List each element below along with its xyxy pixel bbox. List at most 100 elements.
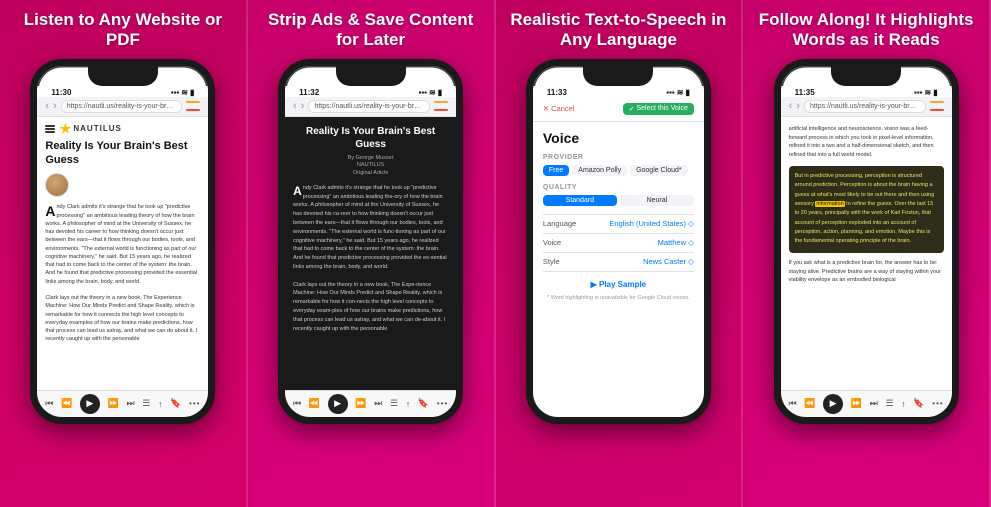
phone-toolbar-4: ⏮ ⏪ ▶ ⏩ ⏭ ☰ ↑ 🔖 •••	[781, 390, 952, 417]
reading-content: artificial intelligence and neuroscience…	[781, 117, 952, 390]
dark-article: Reality Is Your Brain's Best Guess By Ge…	[285, 117, 456, 390]
provider-free[interactable]: Free	[543, 165, 569, 176]
wifi-icon-3: ≋	[677, 88, 684, 97]
forward-btn-2[interactable]: ⏩	[355, 398, 366, 409]
forward-btn-4[interactable]: ⏩	[851, 398, 862, 409]
bookmark-btn-1[interactable]: 🔖	[170, 398, 181, 409]
quality-standard[interactable]: Standard	[543, 195, 617, 206]
next-btn-1[interactable]: ⏭	[126, 398, 134, 409]
next-btn-2[interactable]: ⏭	[374, 398, 382, 409]
time-3: 11:33	[547, 88, 567, 97]
url-text-1[interactable]: https://nautli.us/reality-is-your-brains…	[61, 100, 183, 113]
more-btn-4[interactable]: •••	[932, 399, 943, 408]
dark-article-body: Andy Clark admits it's strange that he t…	[293, 184, 448, 334]
phone-notch-2	[336, 66, 406, 86]
nav-back-1[interactable]: ‹	[45, 100, 49, 112]
menu-icon-1[interactable]	[186, 101, 200, 111]
settings-btn-2[interactable]: ☰	[390, 398, 398, 409]
share-btn-2[interactable]: ↑	[406, 399, 411, 409]
play-btn-2[interactable]: ▶	[328, 394, 348, 414]
provider-amazon[interactable]: Amazon Polly	[572, 165, 627, 176]
status-icons-3: ▪▪▪ ≋ ▮	[666, 88, 690, 97]
play-btn-1[interactable]: ▶	[80, 394, 100, 414]
status-icons-2: ▪▪▪ ≋ ▮	[419, 88, 443, 97]
dark-article-title: Reality Is Your Brain's Best Guess	[293, 125, 448, 151]
quality-tabs: Standard Neural	[543, 195, 694, 206]
style-row: Style News Caster ◇	[543, 257, 694, 266]
share-btn-4[interactable]: ↑	[901, 399, 906, 409]
prev-btn-2[interactable]: ⏮	[293, 398, 301, 409]
bookmark-btn-4[interactable]: 🔖	[913, 398, 924, 409]
url-bar-1[interactable]: ‹ › https://nautli.us/reality-is-your-br…	[37, 97, 208, 117]
voice-modal-content: Voice PROVIDER Free Amazon Polly Google …	[533, 122, 704, 417]
menu-icon-4[interactable]	[930, 101, 944, 111]
nautilus-star-icon	[59, 123, 71, 135]
x-icon: ✕	[543, 104, 549, 113]
language-row: Language English (United States) ◇	[543, 219, 694, 228]
nautilus-brand: NAUTILUS	[73, 124, 121, 133]
status-bar-4: 11:35 ▪▪▪ ≋ ▮	[781, 86, 952, 97]
menu-icon-2[interactable]	[434, 101, 448, 111]
forward-btn-1[interactable]: ⏩	[108, 398, 119, 409]
battery-icon-4: ▮	[933, 88, 937, 97]
select-voice-button[interactable]: ✓ Select this Voice	[623, 103, 694, 115]
settings-btn-4[interactable]: ☰	[885, 398, 893, 409]
panel-2-heading: Strip Ads & Save Content for Later	[261, 10, 481, 51]
voice-top-bar: ✕ Cancel ✓ Select this Voice	[533, 97, 704, 122]
hamburger-menu[interactable]	[45, 125, 55, 133]
avatar-row	[45, 173, 200, 197]
voice-value[interactable]: Matthew ◇	[658, 238, 694, 247]
wifi-icon: ≋	[181, 88, 188, 97]
battery-icon-2: ▮	[438, 88, 442, 97]
provider-tabs: Free Amazon Polly Google Cloud*	[543, 165, 694, 176]
wifi-icon-2: ≋	[429, 88, 436, 97]
nav-back-2[interactable]: ‹	[293, 100, 297, 112]
nav-forward-4[interactable]: ›	[796, 100, 800, 112]
nautilus-logo: NAUTILUS	[59, 123, 121, 135]
bookmark-btn-2[interactable]: 🔖	[418, 398, 429, 409]
highlighted-word: information	[815, 201, 844, 207]
url-bar-4[interactable]: ‹ › https://nautli.us/reality-is-your-br…	[781, 97, 952, 117]
signal-icon: ▪▪▪	[171, 88, 180, 97]
rewind-btn-4[interactable]: ⏪	[804, 398, 815, 409]
next-btn-4[interactable]: ⏭	[870, 398, 878, 409]
voice-modal-title: Voice	[543, 130, 694, 146]
status-bar-3: 11:33 ▪▪▪ ≋ ▮	[533, 86, 704, 97]
prev-btn-4[interactable]: ⏮	[788, 398, 796, 409]
author-avatar	[45, 173, 69, 197]
dark-article-byline: By George MusserNAUTILUSOriginal Article	[293, 155, 448, 178]
url-bar-2[interactable]: ‹ › https://nautli.us/reality-is-your-br…	[285, 97, 456, 117]
panel-strip-ads: Strip Ads & Save Content for Later 11:32…	[248, 0, 496, 507]
cancel-button[interactable]: ✕ Cancel	[543, 104, 575, 113]
more-btn-1[interactable]: •••	[189, 399, 200, 408]
nav-forward-1[interactable]: ›	[53, 100, 57, 112]
status-icons-4: ▪▪▪ ≋ ▮	[914, 88, 938, 97]
drop-cap-1: A	[45, 204, 55, 218]
url-text-2[interactable]: https://nautli.us/reality-is-your-brains…	[308, 100, 430, 113]
signal-icon-4: ▪▪▪	[914, 88, 923, 97]
rewind-btn-2[interactable]: ⏪	[309, 398, 320, 409]
language-value[interactable]: English (United States) ◇	[609, 219, 694, 228]
settings-btn-1[interactable]: ☰	[142, 398, 150, 409]
rewind-btn-1[interactable]: ⏪	[61, 398, 72, 409]
prev-btn-1[interactable]: ⏮	[45, 398, 53, 409]
share-btn-1[interactable]: ↑	[158, 399, 163, 409]
play-sample-button[interactable]: ▶ Play Sample	[543, 280, 694, 289]
voice-label: Voice	[543, 238, 561, 247]
article-body-1: Andy Clark admits it's strange that he t…	[45, 203, 200, 343]
quality-neural[interactable]: Neural	[620, 195, 694, 206]
phone-content-1: NAUTILUS Reality Is Your Brain's Best Gu…	[37, 117, 208, 390]
more-btn-2[interactable]: •••	[437, 399, 448, 408]
provider-google[interactable]: Google Cloud*	[630, 165, 688, 176]
panel-1-heading: Listen to Any Website or PDF	[13, 10, 233, 51]
style-value[interactable]: News Caster ◇	[643, 257, 694, 266]
battery-icon-3: ▮	[685, 88, 689, 97]
phone-mockup-2: 11:32 ▪▪▪ ≋ ▮ ‹ › https://nautli.us/real…	[278, 59, 463, 424]
nav-back-4[interactable]: ‹	[789, 100, 793, 112]
battery-icon: ▮	[190, 88, 194, 97]
url-text-4[interactable]: https://nautli.us/reality-is-your-brains…	[804, 100, 926, 113]
play-btn-4[interactable]: ▶	[823, 394, 843, 414]
quality-label: QUALITY	[543, 184, 694, 191]
nav-forward-2[interactable]: ›	[301, 100, 305, 112]
nautilus-header: NAUTILUS	[45, 123, 200, 135]
